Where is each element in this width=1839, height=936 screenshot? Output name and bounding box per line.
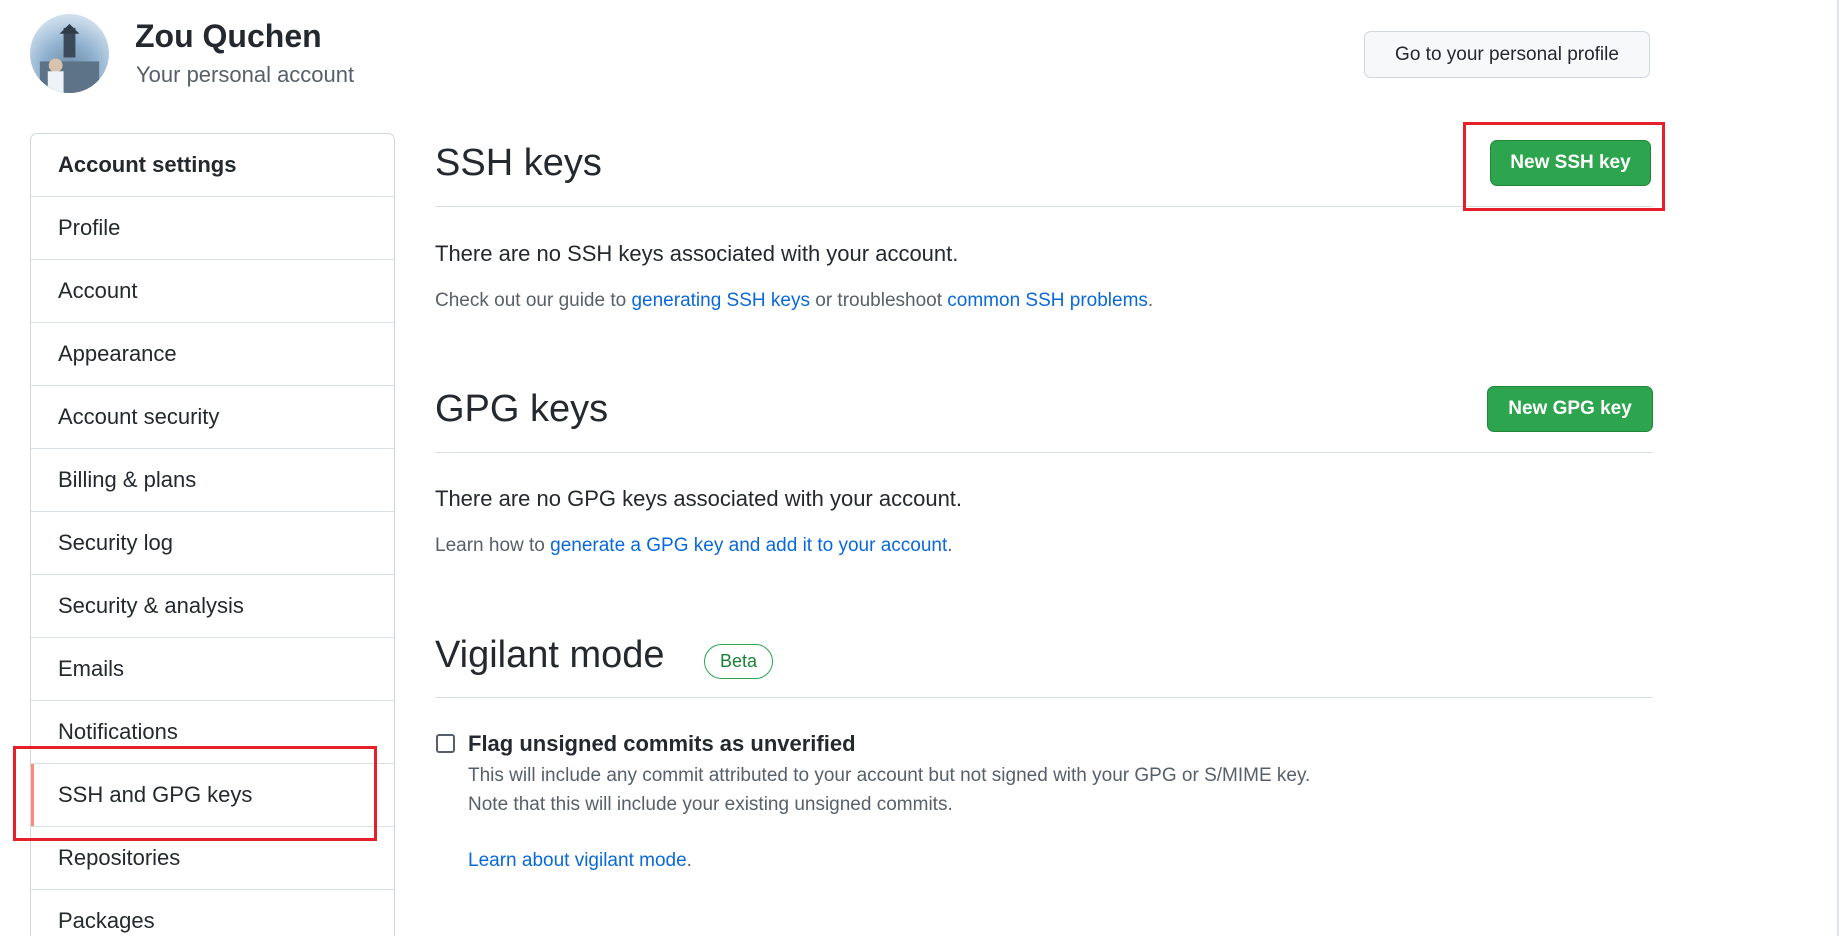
gpg-empty-message: There are no GPG keys associated with yo… (435, 486, 963, 511)
gpg-learn-prefix: Learn how to (435, 535, 551, 556)
vigilant-learn-text: Learn about vigilant mode. (468, 850, 692, 872)
vigilant-divider (435, 697, 1653, 698)
settings-sidebar: Account settings Profile Account Appeara… (30, 133, 395, 936)
learn-vigilant-mode-link[interactable]: Learn about vigilant mode (468, 850, 687, 871)
gpg-keys-title: GPG keys (435, 388, 609, 430)
beta-badge: Beta (704, 644, 773, 679)
sidebar-item-repositories[interactable]: Repositories (31, 827, 394, 890)
vigilant-description-line1: This will include any commit attributed … (468, 765, 1311, 786)
gpg-learn-text: Learn how to generate a GPG key and add … (435, 535, 953, 557)
ssh-guide-suffix: . (1147, 290, 1154, 311)
ssh-guide-middle: or troubleshoot (809, 290, 948, 311)
sidebar-item-security-analysis[interactable]: Security & analysis (31, 575, 394, 638)
avatar[interactable] (30, 14, 109, 93)
new-ssh-key-button[interactable]: New SSH key (1490, 140, 1651, 186)
sidebar-item-billing[interactable]: Billing & plans (31, 449, 394, 512)
sidebar-item-security-log[interactable]: Security log (31, 512, 394, 575)
vigilant-description-line2: Note that this will include your existin… (468, 794, 953, 815)
sidebar-item-account[interactable]: Account (31, 260, 394, 323)
flag-unsigned-commits-label[interactable]: Flag unsigned commits as unverified (468, 731, 856, 757)
ssh-guide-prefix: Check out our guide to (435, 290, 632, 311)
sidebar-item-account-security[interactable]: Account security (31, 386, 394, 449)
account-subtitle: Your personal account (136, 62, 355, 87)
username: Zou Quchen (135, 18, 322, 54)
sidebar-item-ssh-gpg-keys[interactable]: SSH and GPG keys (31, 764, 394, 827)
generating-ssh-keys-link[interactable]: generating SSH keys (631, 290, 810, 311)
vigilant-mode-title: Vigilant mode (435, 634, 665, 676)
ssh-empty-message: There are no SSH keys associated with yo… (435, 241, 959, 266)
sidebar-item-appearance[interactable]: Appearance (31, 323, 394, 386)
ssh-guide-text: Check out our guide to generating SSH ke… (435, 290, 1153, 312)
flag-unsigned-commits-checkbox[interactable] (436, 734, 455, 753)
avatar-photo (39, 23, 100, 93)
ssh-divider (435, 206, 1653, 207)
common-ssh-problems-link[interactable]: common SSH problems (947, 290, 1148, 311)
personal-profile-button[interactable]: Go to your personal profile (1364, 31, 1650, 78)
generate-gpg-key-link[interactable]: generate a GPG key and add it to your ac… (550, 535, 947, 556)
sidebar-item-notifications[interactable]: Notifications (31, 701, 394, 764)
sidebar-item-packages[interactable]: Packages (31, 890, 394, 936)
ssh-keys-title: SSH keys (435, 142, 602, 184)
vigilant-learn-suffix: . (686, 850, 692, 871)
sidebar-item-emails[interactable]: Emails (31, 638, 394, 701)
sidebar-item-profile[interactable]: Profile (31, 197, 394, 260)
gpg-divider (435, 452, 1653, 453)
new-gpg-key-button[interactable]: New GPG key (1487, 386, 1653, 432)
sidebar-heading: Account settings (31, 134, 394, 197)
gpg-learn-suffix: . (947, 535, 953, 556)
